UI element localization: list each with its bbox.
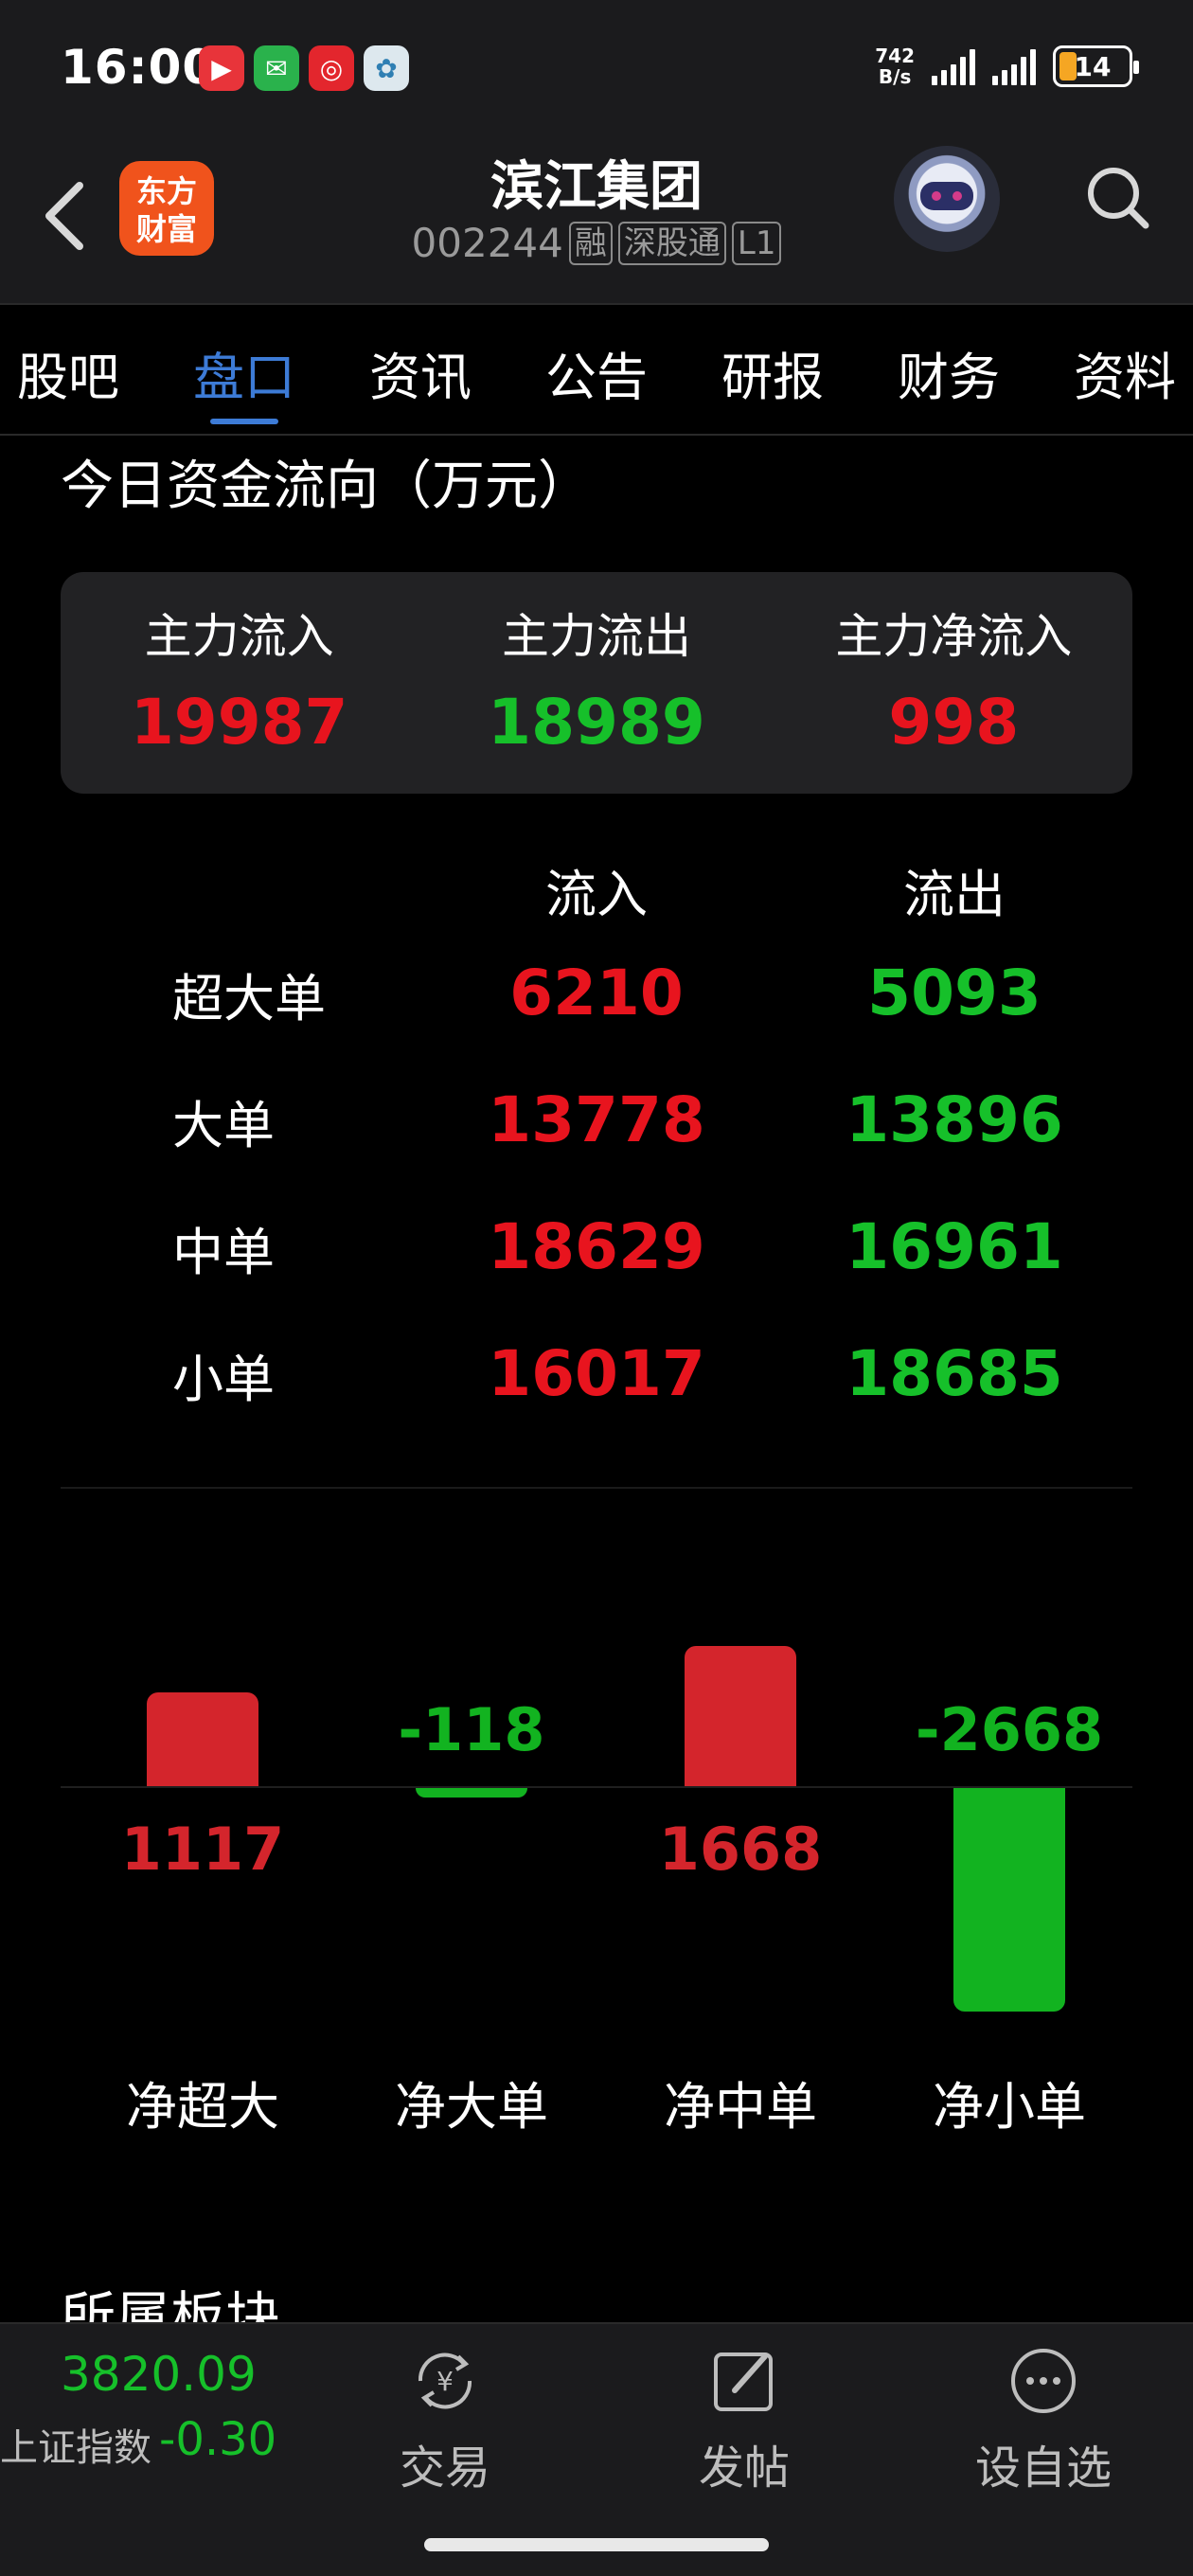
status-bar: 16:00 ▶ ✉ ◎ ✿ 742 B/s 14: [0, 0, 1193, 140]
main-inflow-value: 19987: [130, 686, 348, 759]
flow-out-value: 16961: [846, 1210, 1063, 1283]
flow-header-in: 流入: [545, 865, 648, 924]
net-speed-value: 742: [875, 45, 915, 67]
category-label: 净大单: [395, 2077, 548, 2137]
flow-row: 超大单 6210 5093: [0, 957, 1193, 1051]
bank-app-icon: ✿: [364, 45, 409, 91]
tab-1[interactable]: 盘口: [193, 305, 295, 434]
post-button[interactable]: 发帖: [650, 2343, 839, 2496]
net-speed-unit: B/s: [878, 65, 912, 88]
level-tag: L1: [731, 221, 782, 265]
category-label: 净超大: [126, 2077, 279, 2137]
flow-out-value: 18685: [846, 1337, 1063, 1410]
flow-row: 小单 16017 18685: [0, 1337, 1193, 1432]
tab-bar: 股吧 盘口 资讯 公告 研报 财务 资料: [0, 303, 1193, 436]
post-label: 发帖: [698, 2442, 790, 2495]
flow-row-label: 中单: [172, 1223, 275, 1282]
notification-icons: ▶ ✉ ◎ ✿: [199, 45, 409, 91]
flow-out-value: 13896: [846, 1083, 1063, 1156]
wechat-icon: ✉: [254, 45, 299, 91]
main-inflow-label: 主力流入: [144, 609, 334, 664]
news-app-icon: ◎: [309, 45, 354, 91]
bar-3: [953, 1788, 1065, 2012]
connect-tag: 深股通: [617, 221, 726, 265]
tab-2[interactable]: 资讯: [369, 305, 472, 434]
flow-in-value: 13778: [488, 1083, 705, 1156]
tab-5[interactable]: 财务: [898, 305, 1000, 434]
main-outflow-label: 主力流出: [501, 609, 691, 664]
index-change: -0.30: [159, 2413, 277, 2466]
flow-row-label: 大单: [172, 1096, 275, 1155]
main-inflow: 主力流入 19987: [61, 572, 418, 794]
main-flow-summary: 主力流入 19987 主力流出 18989 主力净流入 998: [61, 572, 1132, 794]
section-divider: [61, 1487, 1132, 1489]
stock-name: 滨江集团: [490, 156, 703, 218]
tab-6[interactable]: 资料: [1074, 305, 1176, 434]
bar-value-label: 1117: [120, 1815, 285, 1884]
main-net-label: 主力净流入: [835, 609, 1073, 664]
main-net-value: 998: [888, 686, 1020, 759]
flow-header-out: 流出: [903, 865, 1006, 924]
trade-label: 交易: [399, 2442, 490, 2495]
index-name: 上证指数: [0, 2426, 151, 2470]
svg-text:¥: ¥: [436, 2366, 454, 2397]
battery-level: 14: [1074, 50, 1112, 82]
tab-0[interactable]: 股吧: [17, 305, 119, 434]
net-speed: 742 B/s: [875, 45, 915, 87]
signal-icon-2: [992, 47, 1036, 85]
flow-in-value: 18629: [488, 1210, 705, 1283]
main-net-inflow: 主力净流入 998: [775, 572, 1132, 794]
net-flow-bar-chart: 1117 净超大 -118 净大单 1668 净中单 -2668 净小单: [0, 1553, 1193, 2178]
bar-1: [416, 1788, 527, 1798]
bar-value-label: 1668: [658, 1815, 823, 1884]
bar-value-label: -118: [398, 1695, 545, 1764]
bar-0: [147, 1692, 258, 1786]
tab-3[interactable]: 公告: [545, 305, 648, 434]
margin-tag: 融: [568, 221, 613, 265]
flow-out-value: 5093: [867, 957, 1042, 1029]
flow-row-label: 超大单: [172, 969, 326, 1029]
category-label: 净小单: [933, 2077, 1086, 2137]
status-right: 742 B/s 14: [875, 45, 1139, 87]
edit-icon: [714, 2352, 773, 2411]
search-icon[interactable]: [1079, 159, 1155, 235]
flow-in-value: 6210: [509, 957, 684, 1029]
trade-button[interactable]: ¥ 交易: [350, 2343, 540, 2496]
flow-row-label: 小单: [172, 1350, 275, 1409]
robot-assistant-icon[interactable]: [894, 146, 1000, 252]
signal-icon-1: [932, 47, 975, 85]
main-outflow: 主力流出 18989: [418, 572, 775, 794]
stock-subline: 002244 融 深股通 L1: [0, 220, 1193, 266]
index-value: 3820.09: [61, 2347, 257, 2402]
bar-value-label: -2668: [915, 1695, 1104, 1764]
bar-2: [685, 1646, 796, 1786]
battery-icon: 14: [1053, 45, 1139, 87]
sector-section-title: 所属板块: [61, 2285, 281, 2322]
section-title: 今日资金流向（万元）: [61, 456, 591, 517]
main-outflow-value: 18989: [488, 686, 705, 759]
video-app-icon: ▶: [199, 45, 244, 91]
tab-4[interactable]: 研报: [721, 305, 824, 434]
category-label: 净中单: [664, 2077, 817, 2137]
watchlist-label: 设自选: [974, 2442, 1112, 2495]
stock-code: 002244: [411, 220, 563, 266]
stock-header: 东方 财富 滨江集团 002244 融 深股通 L1: [0, 140, 1193, 303]
flow-row: 中单 18629 16961: [0, 1210, 1193, 1305]
status-time: 16:00: [61, 40, 217, 95]
home-indicator[interactable]: [424, 2538, 769, 2551]
add-watchlist-button[interactable]: 设自选: [949, 2343, 1138, 2496]
trade-icon: ¥: [418, 2352, 472, 2409]
flow-row: 大单 13778 13896: [0, 1083, 1193, 1178]
more-icon: [1011, 2349, 1076, 2413]
flow-in-value: 16017: [488, 1337, 705, 1410]
